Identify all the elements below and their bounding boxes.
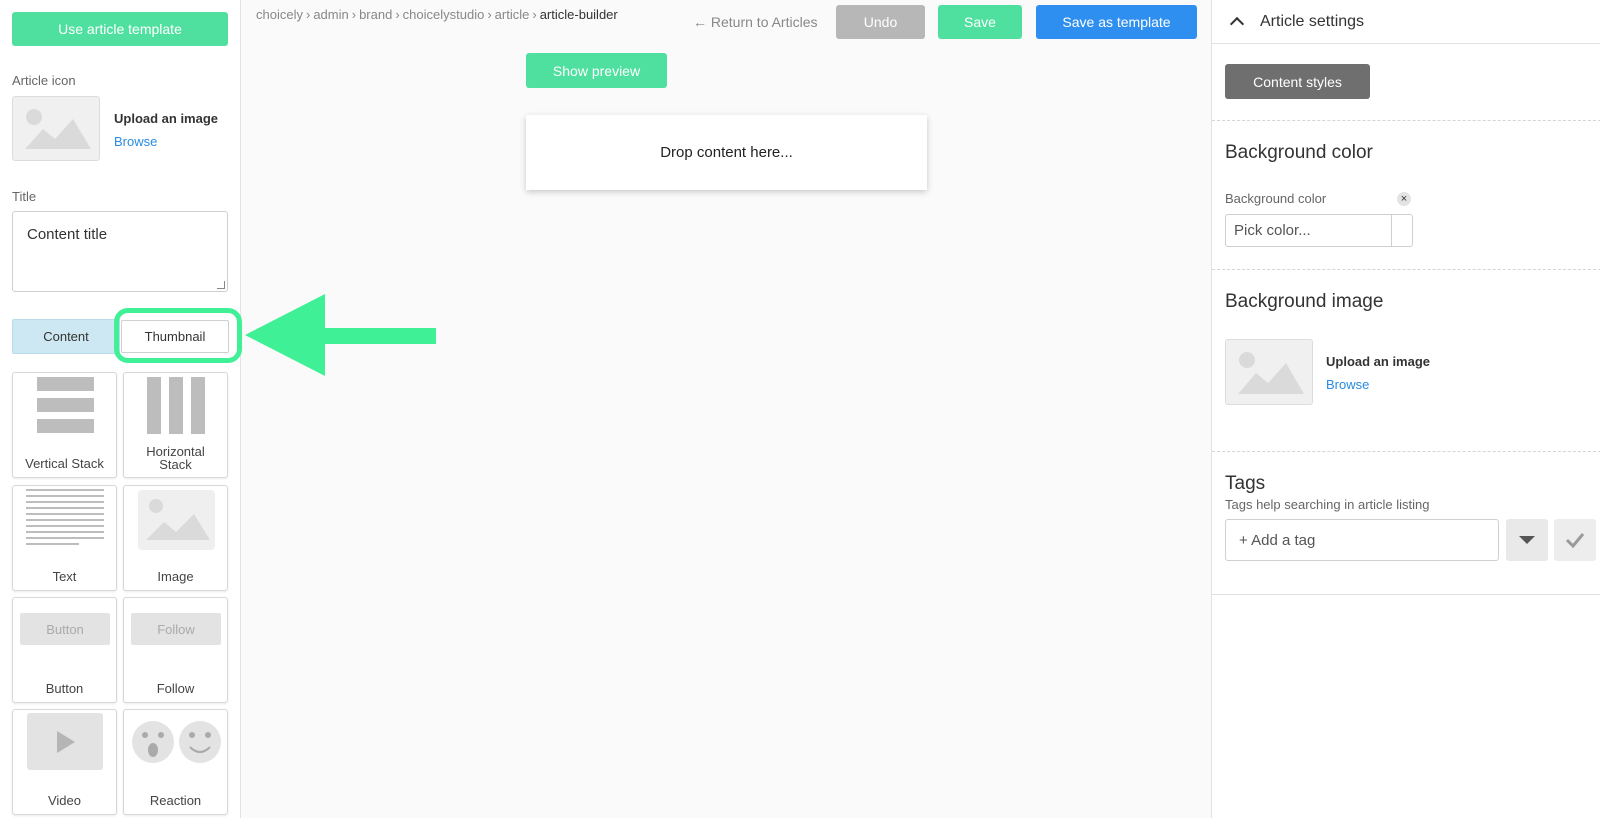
use-article-template-button[interactable]: Use article template bbox=[12, 12, 228, 46]
image-icon bbox=[138, 490, 215, 550]
add-tag-input[interactable]: + Add a tag bbox=[1225, 519, 1499, 561]
breadcrumb-item[interactable]: brand bbox=[359, 7, 392, 22]
undo-button[interactable]: Undo bbox=[836, 5, 925, 39]
caret-down-icon bbox=[1519, 536, 1535, 544]
chevron-right-icon: › bbox=[487, 7, 492, 22]
breadcrumb: choicely › admin › brand › choicelystudio › … bbox=[256, 7, 621, 22]
play-icon bbox=[27, 713, 103, 770]
show-preview-button[interactable]: Show preview bbox=[526, 53, 667, 88]
article-icon-image-placeholder[interactable] bbox=[12, 96, 100, 161]
left-sidebar: Use article template Article icon Upload… bbox=[0, 0, 242, 818]
reaction-icon bbox=[132, 721, 221, 763]
divider bbox=[1212, 451, 1600, 452]
block-horizontal-stack[interactable]: Horizontal Stack bbox=[123, 372, 228, 478]
block-text[interactable]: Text bbox=[12, 485, 117, 591]
title-value: Content title bbox=[27, 226, 108, 243]
breadcrumb-item[interactable]: article bbox=[495, 7, 530, 22]
background-image-placeholder[interactable] bbox=[1225, 339, 1313, 405]
divider bbox=[1212, 269, 1600, 270]
content-dropzone[interactable]: Drop content here... bbox=[526, 115, 927, 190]
breadcrumb-item[interactable]: choicely bbox=[256, 7, 303, 22]
text-icon bbox=[26, 489, 104, 545]
image-placeholder-icon bbox=[25, 109, 91, 149]
content-styles-button[interactable]: Content styles bbox=[1225, 64, 1370, 99]
background-image-upload-title: Upload an image bbox=[1326, 354, 1431, 369]
color-placeholder: Pick color... bbox=[1234, 222, 1311, 239]
background-color-title: Background color bbox=[1225, 142, 1373, 163]
tags-help-text: Tags help searching in article listing bbox=[1225, 497, 1430, 512]
title-textarea[interactable]: Content title bbox=[12, 211, 228, 292]
block-reaction[interactable]: Reaction bbox=[123, 709, 228, 815]
background-image-browse-link[interactable]: Browse bbox=[1326, 377, 1369, 392]
title-label: Title bbox=[12, 189, 37, 204]
return-label: Return to Articles bbox=[710, 14, 818, 30]
right-settings-panel: Article settings Content styles Backgrou… bbox=[1211, 0, 1600, 818]
follow-icon: Follow bbox=[131, 613, 221, 645]
color-picker-input[interactable]: Pick color... bbox=[1225, 214, 1392, 247]
block-label: Follow bbox=[156, 681, 195, 696]
block-label: Button bbox=[45, 681, 84, 696]
block-button[interactable]: Button Button bbox=[12, 597, 117, 703]
return-to-articles-link[interactable]: ← Return to Articles bbox=[693, 14, 818, 30]
article-icon-browse-link[interactable]: Browse bbox=[114, 134, 157, 149]
divider bbox=[1212, 594, 1600, 595]
block-video[interactable]: Video bbox=[12, 709, 117, 815]
tag-confirm-button[interactable] bbox=[1554, 519, 1596, 561]
block-image[interactable]: Image bbox=[123, 485, 228, 591]
tag-dropdown-button[interactable] bbox=[1506, 519, 1548, 561]
resize-handle-icon[interactable] bbox=[217, 281, 225, 289]
chevron-right-icon: › bbox=[305, 7, 311, 22]
tag-placeholder: + Add a tag bbox=[1239, 531, 1316, 549]
chevron-right-icon: › bbox=[395, 7, 400, 22]
clear-icon[interactable]: × bbox=[1397, 192, 1411, 206]
image-placeholder-icon bbox=[1238, 352, 1304, 394]
article-settings-header[interactable]: Article settings bbox=[1212, 0, 1600, 44]
article-icon-label: Article icon bbox=[12, 73, 76, 88]
block-label: Video bbox=[47, 793, 81, 808]
background-color-label: Background color bbox=[1225, 191, 1327, 206]
article-settings-title: Article settings bbox=[1260, 12, 1365, 30]
tab-thumbnail[interactable]: Thumbnail bbox=[121, 320, 229, 353]
chevron-up-icon bbox=[1229, 16, 1245, 32]
divider bbox=[1212, 120, 1600, 121]
block-label: Reaction bbox=[149, 793, 202, 808]
chevron-right-icon: › bbox=[351, 7, 357, 22]
block-label: Text bbox=[52, 569, 77, 584]
block-vertical-stack[interactable]: Vertical Stack bbox=[12, 372, 117, 478]
breadcrumb-current: article-builder bbox=[539, 7, 618, 22]
background-image-title: Background image bbox=[1225, 291, 1384, 312]
color-swatch[interactable] bbox=[1391, 214, 1413, 247]
save-button[interactable]: Save bbox=[938, 5, 1022, 39]
block-label: Vertical Stack bbox=[25, 456, 104, 471]
breadcrumb-item[interactable]: admin bbox=[313, 7, 348, 22]
block-label: Image bbox=[157, 569, 194, 584]
block-label: Horizontal Stack bbox=[146, 444, 205, 472]
chevron-right-icon: › bbox=[532, 7, 537, 22]
tags-title: Tags bbox=[1225, 473, 1266, 494]
tab-content[interactable]: Content bbox=[12, 319, 120, 354]
save-as-template-button[interactable]: Save as template bbox=[1036, 5, 1197, 39]
block-follow[interactable]: Follow Follow bbox=[123, 597, 228, 703]
check-icon bbox=[1565, 533, 1585, 548]
breadcrumb-item[interactable]: choicelystudio bbox=[403, 7, 485, 22]
article-icon-upload-title: Upload an image bbox=[114, 111, 219, 126]
arrow-left-annotation-icon bbox=[245, 294, 436, 376]
arrow-left-icon: ← bbox=[693, 14, 711, 30]
button-icon: Button bbox=[20, 613, 110, 645]
